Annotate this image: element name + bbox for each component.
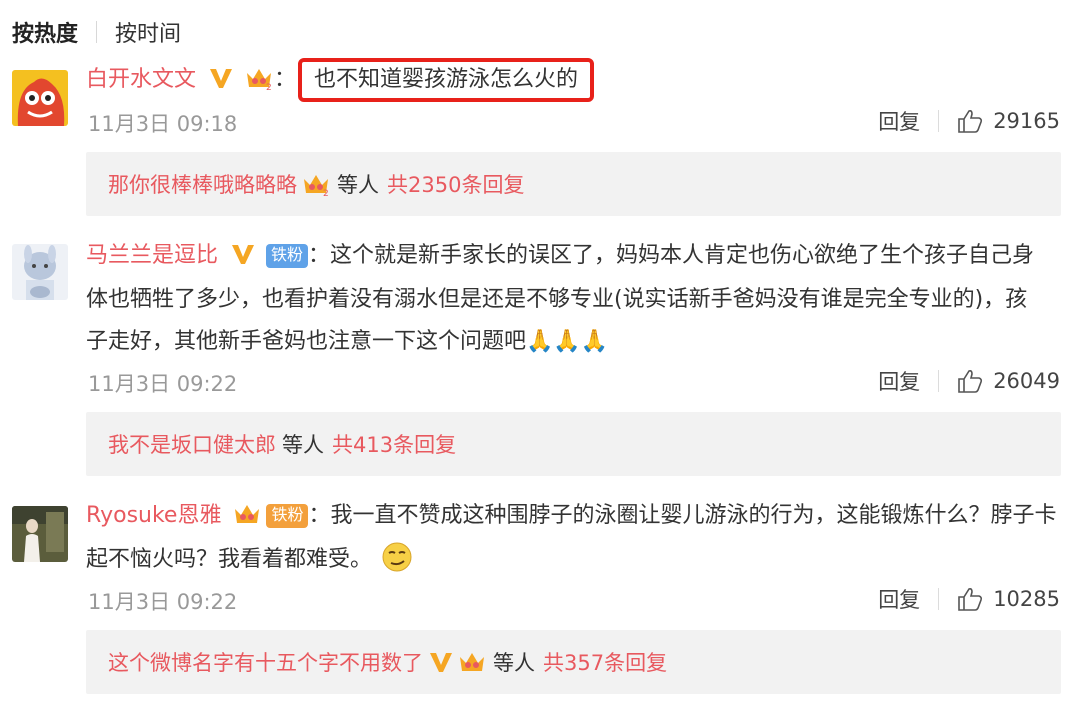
comment-header: 白开水文文 2：也不知道婴孩游泳怎么火的 (86, 58, 595, 102)
vip-crown-icon (235, 505, 260, 523)
comment-time: 11月3日 09:22 (88, 372, 238, 396)
avatar[interactable] (12, 244, 68, 300)
comment-text-line: 起不恼火吗？我看着都难受。 (86, 538, 413, 582)
sub-reply-user[interactable]: 这个微博名字有十五个字不用数了 (108, 647, 423, 677)
like-count: 26049 (993, 369, 1060, 393)
reply-total-link[interactable]: 共2350条回复 (387, 169, 524, 199)
comment-time: 11月3日 09:22 (88, 590, 238, 614)
sub-reply-box[interactable]: 我不是坂口健太郎 等人 共413条回复 (86, 412, 1061, 476)
comment-text: 起不恼火吗？我看着都难受。 (86, 547, 373, 572)
verified-v-icon (232, 245, 255, 264)
divider (938, 110, 940, 132)
divider (938, 370, 940, 392)
username[interactable]: Ryosuke恩雅 (86, 503, 221, 528)
colon: ： (274, 67, 297, 92)
sub-reply-box[interactable]: 这个微博名字有十五个字不用数了 等人 共357条回复 (86, 630, 1061, 694)
sub-reply-box[interactable]: 那你很棒棒哦略略略 2 等人 共2350条回复 (86, 152, 1061, 216)
others-label: 等人 (282, 433, 324, 457)
reply-button[interactable]: 回复 (878, 584, 920, 614)
comment-header: Ryosuke恩雅 铁粉 ：我一直不赞成这种围脖子的泳圈让婴儿游泳的行为，这能锻炼… (86, 494, 1057, 538)
comment-text: 这个就是新手家长的误区了，妈妈本人肯定也伤心欲绝了生个孩子自己身 (330, 243, 1035, 268)
reply-total-link[interactable]: 共357条回复 (543, 647, 667, 677)
sort-bar: 按热度 按时间 (12, 14, 181, 50)
like-count: 29165 (993, 109, 1060, 133)
verified-v-icon (210, 69, 233, 88)
svg-text:2: 2 (266, 83, 272, 91)
sort-by-hot-tab[interactable]: 按热度 (12, 16, 78, 48)
comment-actions: 回复 10285 (878, 584, 1060, 614)
avatar[interactable] (12, 506, 68, 562)
sort-divider (96, 21, 98, 43)
comment-actions: 回复 26049 (878, 366, 1060, 396)
vip-crown-icon (460, 653, 484, 671)
vip-crown-icon: 2 (304, 175, 329, 197)
sort-by-time-tab[interactable]: 按时间 (115, 16, 181, 48)
colon: ： (308, 243, 331, 268)
reply-button[interactable]: 回复 (878, 366, 920, 396)
svg-text:2: 2 (323, 189, 329, 197)
verified-v-icon (430, 653, 452, 672)
like-thumb-icon[interactable] (957, 368, 983, 394)
highlighted-comment-text: 也不知道婴孩游泳怎么火的 (298, 58, 595, 102)
vip-crown-icon: 2 (247, 69, 272, 91)
comment-time: 11月3日 09:18 (88, 112, 238, 136)
fan-badge: 铁粉 (266, 244, 309, 268)
username[interactable]: 白开水文文 (86, 67, 196, 92)
others-label: 等人 (493, 651, 535, 675)
like-thumb-icon[interactable] (957, 586, 983, 612)
fan-badge: 铁粉 (266, 504, 309, 528)
others-label: 等人 (337, 173, 379, 197)
sub-reply-user[interactable]: 我不是坂口健太郎 (108, 429, 276, 459)
comment-text-line: 子走好，其他新手爸妈也注意一下这个问题吧🙏🙏🙏 (86, 329, 609, 354)
divider (938, 588, 940, 610)
smirk-emoji-icon (382, 542, 412, 572)
reply-total-link[interactable]: 共413条回复 (332, 429, 456, 459)
comment-actions: 回复 29165 (878, 106, 1060, 136)
reply-button[interactable]: 回复 (878, 106, 920, 136)
username[interactable]: 马兰兰是逗比 (86, 243, 218, 268)
like-thumb-icon[interactable] (957, 108, 983, 134)
sub-reply-user[interactable]: 那你很棒棒哦略略略 (108, 169, 297, 199)
like-count: 10285 (993, 587, 1060, 611)
comment-header: 马兰兰是逗比 铁粉 ：这个就是新手家长的误区了，妈妈本人肯定也伤心欲绝了生个孩子自… (86, 234, 1034, 278)
colon: ： (308, 503, 331, 528)
comment-text-line: 体也牺牲了多少，也看护着没有溺水但是还是不够专业(说实话新手爸妈没有谁是完全专业… (86, 287, 1028, 312)
avatar[interactable] (12, 70, 68, 126)
comment-text: 我一直不赞成这种围脖子的泳圈让婴儿游泳的行为，这能锻炼什么？脖子卡 (330, 503, 1057, 528)
